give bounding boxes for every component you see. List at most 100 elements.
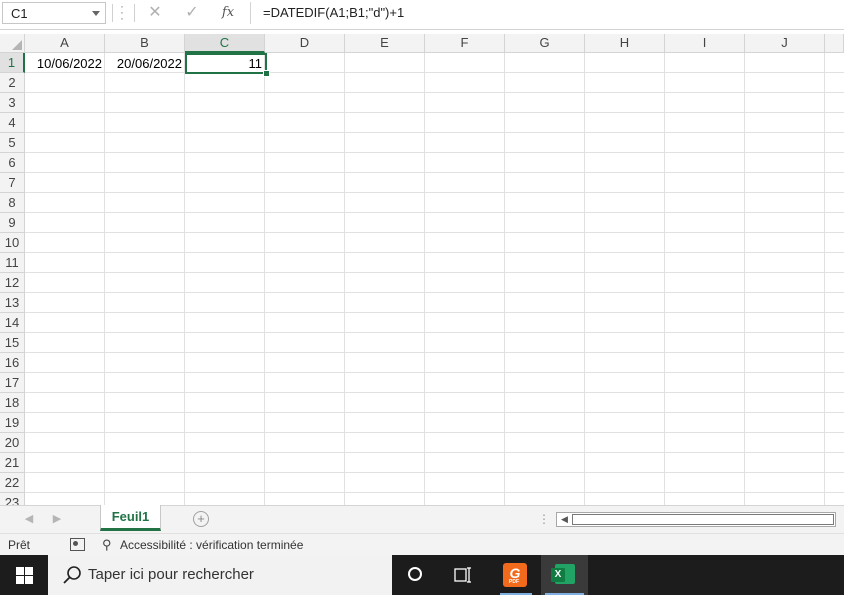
column-header-a[interactable]: A [25, 34, 105, 53]
column-header-b[interactable]: B [105, 34, 185, 53]
insert-function-icon[interactable]: fx [217, 2, 239, 24]
row-header-5[interactable]: 5 [0, 133, 25, 153]
row-gridline [25, 132, 844, 133]
row-gridline [25, 492, 844, 493]
row-gridline [25, 232, 844, 233]
taskbar-search[interactable]: Taper ici pour rechercher [48, 555, 392, 595]
column-header-j[interactable]: J [745, 34, 825, 53]
horizontal-scrollbar[interactable]: ◀ [556, 512, 836, 527]
name-box-value: C1 [11, 6, 28, 21]
row-gridline [25, 312, 844, 313]
chevron-down-icon[interactable] [92, 11, 100, 16]
row-header-18[interactable]: 18 [0, 393, 25, 413]
start-button[interactable] [0, 555, 48, 595]
drag-handle-icon[interactable]: · · · [120, 0, 124, 24]
row-gridline [25, 192, 844, 193]
accessibility-icon[interactable]: ⚲ [102, 537, 112, 553]
cell-B1[interactable]: 20/06/2022 [105, 54, 185, 73]
row-gridline [25, 452, 844, 453]
status-ready-text: Prêt [8, 538, 31, 552]
accessibility-status[interactable]: Accessibilité : vérification terminée [120, 538, 303, 552]
worksheet-grid[interactable]: ABCDEFGHIJ 1 2 3 4 5 6 7 8 9 10 11 12 13 14 15 16 17 18 19… [0, 34, 844, 505]
windows-taskbar: Taper ici pour rechercher G PDF X [0, 555, 844, 595]
column-header-partial[interactable] [825, 34, 844, 53]
row-header-6[interactable]: 6 [0, 153, 25, 173]
name-box[interactable]: C1 [2, 2, 106, 24]
fill-handle[interactable] [263, 70, 270, 77]
column-header-d[interactable]: D [265, 34, 345, 53]
row-gridline [25, 432, 844, 433]
row-gridline [25, 392, 844, 393]
row-header-15[interactable]: 15 [0, 333, 25, 353]
row-header-17[interactable]: 17 [0, 373, 25, 393]
row-header-14[interactable]: 14 [0, 313, 25, 333]
column-gridline [504, 53, 505, 505]
row-gridline [25, 352, 844, 353]
row-header-8[interactable]: 8 [0, 193, 25, 213]
column-gridline [104, 53, 105, 505]
row-gridline [25, 412, 844, 413]
taskbar-app-excel[interactable]: X [541, 555, 588, 595]
column-gridline [264, 53, 265, 505]
column-header-i[interactable]: I [665, 34, 745, 53]
column-gridline [584, 53, 585, 505]
column-gridline [744, 53, 745, 505]
row-header-22[interactable]: 22 [0, 473, 25, 493]
column-header-e[interactable]: E [345, 34, 425, 53]
divider [134, 4, 135, 22]
formula-input[interactable]: =DATEDIF(A1;B1;"d")+1 [250, 2, 844, 24]
formula-bar: C1 · · · ✕ ✓ fx =DATEDIF(A1;B1;"d")+1 [0, 0, 844, 30]
column-gridline [344, 53, 345, 505]
scroll-tabs-left-icon[interactable]: ◀ [22, 512, 36, 526]
sheet-tab-feuil1[interactable]: Feuil1 [100, 505, 161, 531]
row-header-11[interactable]: 11 [0, 253, 25, 273]
row-header-2[interactable]: 2 [0, 73, 25, 93]
row-header-9[interactable]: 9 [0, 213, 25, 233]
row-gridline [25, 92, 844, 93]
add-sheet-icon[interactable]: + [193, 511, 209, 527]
enter-icon[interactable]: ✓ [181, 2, 203, 24]
select-all-button[interactable] [0, 34, 25, 53]
formula-text: =DATEDIF(A1;B1;"d")+1 [263, 5, 405, 20]
column-gridline [424, 53, 425, 505]
column-header-h[interactable]: H [585, 34, 665, 53]
cell-A1[interactable]: 10/06/2022 [25, 54, 105, 73]
column-header-g[interactable]: G [505, 34, 585, 53]
row-gridline [25, 472, 844, 473]
row-header-10[interactable]: 10 [0, 233, 25, 253]
row-header-23[interactable]: 23 [0, 493, 25, 505]
row-header-21[interactable]: 21 [0, 453, 25, 473]
row-gridline [25, 272, 844, 273]
split-handle-icon[interactable]: ⋮ [538, 512, 550, 526]
column-header-c[interactable]: C [185, 34, 265, 53]
row-header-12[interactable]: 12 [0, 273, 25, 293]
row-gridline [25, 252, 844, 253]
row-header-20[interactable]: 20 [0, 433, 25, 453]
search-icon [63, 566, 81, 584]
row-gridline [25, 212, 844, 213]
scroll-left-icon[interactable]: ◀ [558, 513, 571, 526]
windows-logo-icon [16, 567, 24, 575]
scroll-tabs-right-icon[interactable]: ▶ [50, 512, 64, 526]
row-header-1[interactable]: 1 [0, 53, 25, 73]
sheet-tabs-bar: ◀ ▶ Feuil1 + ⋮ ◀ [0, 505, 844, 533]
taskbar-app-pdf[interactable]: G PDF [494, 555, 538, 595]
search-placeholder: Taper ici pour rechercher [88, 566, 254, 583]
row-header-3[interactable]: 3 [0, 93, 25, 113]
column-gridline [824, 53, 825, 505]
column-gridline [184, 53, 185, 505]
task-view-icon[interactable] [454, 566, 472, 584]
column-header-f[interactable]: F [425, 34, 505, 53]
cancel-icon[interactable]: ✕ [144, 2, 166, 24]
row-gridline [25, 112, 844, 113]
cortana-icon[interactable] [408, 567, 422, 581]
row-header-13[interactable]: 13 [0, 293, 25, 313]
row-header-19[interactable]: 19 [0, 413, 25, 433]
row-header-7[interactable]: 7 [0, 173, 25, 193]
row-header-16[interactable]: 16 [0, 353, 25, 373]
row-gridline [25, 292, 844, 293]
macro-recording-icon[interactable] [70, 538, 85, 551]
scrollbar-thumb[interactable] [572, 514, 834, 525]
row-gridline [25, 172, 844, 173]
row-header-4[interactable]: 4 [0, 113, 25, 133]
